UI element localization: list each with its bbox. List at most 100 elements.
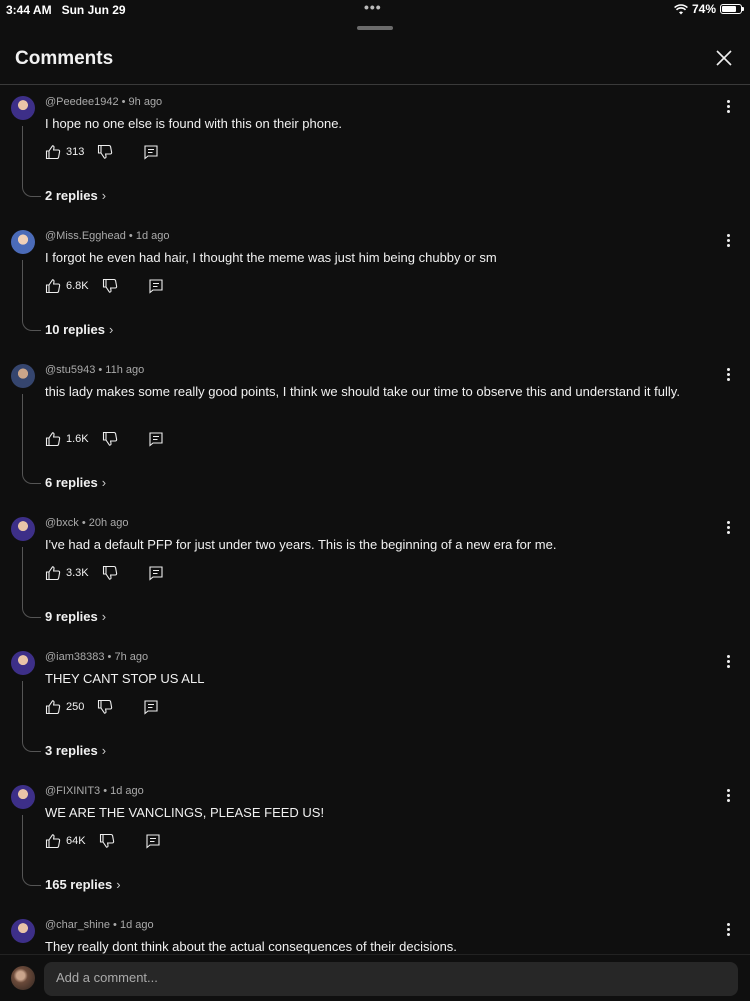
comment-actions: 64K [45, 833, 161, 849]
multitask-dots-icon[interactable]: ••• [364, 0, 382, 15]
comment-age: 1d ago [119, 919, 154, 931]
comments-list[interactable]: @Peedee1942 • 9h ago I hope no one else … [0, 86, 750, 954]
comment-meta: @Miss.Egghead • 1d ago [45, 230, 170, 242]
comment-age: 11h ago [105, 364, 145, 376]
reply-icon[interactable] [143, 144, 159, 160]
sheet-drag-handle[interactable] [357, 26, 393, 30]
kebab-icon[interactable] [722, 923, 734, 937]
chevron-right-icon: › [109, 322, 114, 337]
thumbs-down-icon[interactable] [102, 278, 118, 294]
comment-actions: 250 [45, 699, 159, 715]
comment-text: WE ARE THE VANCLINGS, PLEASE FEED US! [45, 805, 325, 820]
view-replies-link[interactable]: 3 replies › [45, 743, 106, 758]
like-count: 250 [66, 701, 85, 713]
comment-author[interactable]: @char_shine [45, 919, 110, 931]
avatar[interactable] [11, 966, 35, 990]
like-count: 3.3K [66, 567, 89, 579]
thumbs-up-icon[interactable] [45, 144, 61, 160]
comment-text: They really dont think about the actual … [45, 939, 457, 954]
comment-composer: Add a comment... [0, 954, 750, 1001]
thumbs-down-icon[interactable] [99, 833, 115, 849]
comment-text: I've had a default PFP for just under tw… [45, 537, 557, 552]
page-title: Comments [15, 48, 114, 69]
thumbs-down-icon[interactable] [102, 431, 118, 447]
thumbs-up-icon[interactable] [45, 565, 61, 581]
view-replies-link[interactable]: 2 replies › [45, 188, 106, 203]
thread-line [22, 126, 41, 197]
thumbs-down-icon[interactable] [102, 565, 118, 581]
comment-actions: 1.6K [45, 431, 164, 447]
comment-age: 1d ago [135, 230, 170, 242]
comment-age: 7h ago [114, 651, 149, 663]
thumbs-up-icon[interactable] [45, 833, 61, 849]
comment-text: THEY CANT STOP US ALL [45, 671, 205, 686]
view-replies-link[interactable]: 6 replies › [45, 475, 106, 490]
reply-icon[interactable] [145, 833, 161, 849]
reply-icon[interactable] [143, 699, 159, 715]
kebab-icon[interactable] [722, 521, 734, 535]
comment-author[interactable]: @Miss.Egghead [45, 230, 126, 242]
kebab-icon[interactable] [722, 100, 734, 114]
thumbs-up-icon[interactable] [45, 699, 61, 715]
avatar[interactable] [11, 517, 35, 541]
comment-meta: @bxck • 20h ago [45, 517, 129, 529]
chevron-right-icon: › [101, 475, 107, 490]
kebab-icon[interactable] [722, 368, 734, 382]
chevron-right-icon: › [116, 877, 121, 892]
comment-meta: @Peedee1942 • 9h ago [45, 96, 163, 108]
avatar[interactable] [11, 230, 35, 254]
like-count: 1.6K [66, 433, 89, 445]
comment-author[interactable]: @iam38383 [45, 651, 104, 663]
avatar[interactable] [11, 96, 35, 120]
battery-percent: 74% [691, 2, 716, 16]
thread-line [22, 260, 41, 331]
thumbs-down-icon[interactable] [97, 144, 113, 160]
like-count: 64K [66, 835, 86, 847]
chevron-right-icon: › [101, 188, 107, 203]
reply-icon[interactable] [148, 278, 164, 294]
comment-author[interactable]: @stu5943 [45, 364, 95, 376]
comment-age: 1d ago [110, 785, 144, 797]
avatar[interactable] [11, 651, 35, 675]
avatar[interactable] [11, 785, 35, 809]
view-replies-link[interactable]: 9 replies › [45, 609, 106, 624]
thread-line [22, 681, 41, 752]
wifi-icon [674, 3, 688, 14]
thumbs-up-icon[interactable] [45, 431, 61, 447]
chevron-right-icon: › [101, 743, 107, 758]
kebab-icon[interactable] [722, 655, 734, 669]
comment-text: this lady makes some really good points,… [45, 384, 680, 399]
status-date: Sun Jun 29 [61, 3, 126, 17]
comment-actions: 313 [45, 144, 159, 160]
comment-author[interactable]: @bxck [45, 517, 79, 529]
chevron-right-icon: › [101, 609, 107, 624]
view-replies-link[interactable]: 165 replies › [45, 877, 121, 892]
thumbs-up-icon[interactable] [45, 278, 61, 294]
kebab-icon[interactable] [722, 789, 734, 803]
reply-icon[interactable] [148, 431, 164, 447]
reply-icon[interactable] [148, 565, 164, 581]
kebab-icon[interactable] [722, 234, 734, 248]
status-time: 3:44 AM Sun Jun 29 [6, 3, 126, 17]
comment-actions: 6.8K [45, 278, 164, 294]
view-replies-link[interactable]: 10 replies › [45, 322, 113, 337]
comment-text: I forgot he even had hair, I thought the… [45, 250, 497, 265]
comment-meta: @stu5943 • 11h ago [45, 364, 145, 376]
comment-meta: @iam38383 • 7h ago [45, 651, 149, 663]
avatar[interactable] [11, 364, 35, 388]
close-icon[interactable] [714, 48, 734, 68]
add-comment-input[interactable]: Add a comment... [44, 962, 738, 996]
battery-icon [720, 4, 744, 14]
comment-meta: @FIXINIT3 • 1d ago [45, 785, 144, 797]
thread-line [22, 394, 41, 484]
comments-header: Comments [0, 38, 750, 85]
like-count: 6.8K [66, 280, 89, 292]
comment-actions: 3.3K [45, 565, 164, 581]
avatar[interactable] [11, 919, 35, 943]
thread-line [22, 547, 41, 618]
comment-author[interactable]: @FIXINIT3 [45, 785, 100, 797]
comment-author[interactable]: @Peedee1942 [45, 96, 119, 108]
thumbs-down-icon[interactable] [97, 699, 113, 715]
status-bar: 3:44 AM Sun Jun 29 ••• 74% [0, 0, 750, 20]
comment-meta: @char_shine • 1d ago [45, 919, 154, 931]
